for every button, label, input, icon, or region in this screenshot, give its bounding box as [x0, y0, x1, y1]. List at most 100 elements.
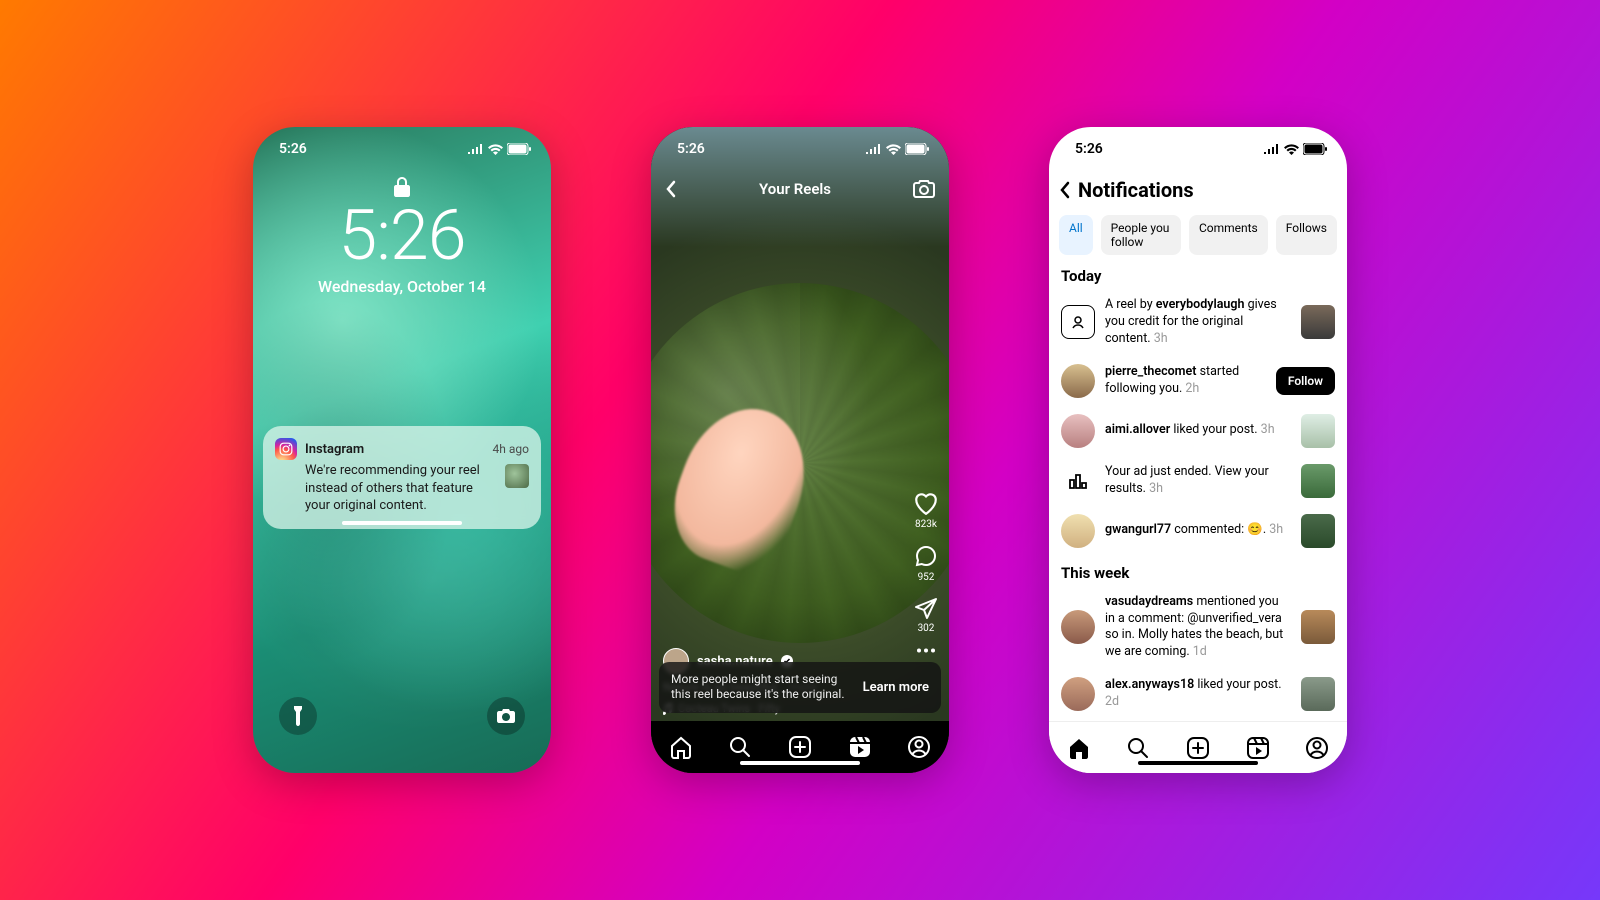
tab-bar — [651, 721, 949, 773]
lock-date: Wednesday, October 14 — [253, 277, 551, 296]
share-icon — [914, 597, 938, 619]
notification-row-like[interactable]: alex.anyways18 liked your post. 2d — [1061, 669, 1335, 719]
ad-text: Your ad just ended. View your results. — [1105, 464, 1269, 496]
wifi-icon — [886, 144, 901, 155]
credit-pre: A reel by — [1105, 297, 1156, 312]
share-button[interactable]: 302 — [914, 597, 938, 634]
create-tab-icon[interactable] — [1186, 736, 1210, 760]
profile-tab-icon[interactable] — [907, 735, 931, 759]
home-tab-icon[interactable] — [669, 735, 693, 759]
avatar — [1061, 610, 1095, 644]
notification-thumbnail — [1301, 464, 1335, 498]
notification-row-mention[interactable]: vasudaydreams mentioned you in a comment… — [1061, 586, 1335, 670]
reels-tab-icon[interactable] — [1246, 736, 1270, 760]
notification-row-ad[interactable]: Your ad just ended. View your results. 3… — [1061, 456, 1335, 506]
notifications-phone: 5:26 Notifications All People you follow… — [1049, 127, 1347, 773]
ad-ago: 3h — [1149, 481, 1163, 496]
toast-text: More people might start seeing this reel… — [671, 672, 853, 703]
section-thisweek: This week — [1049, 556, 1347, 586]
avatar — [1061, 677, 1095, 711]
notification-row-like[interactable]: aimi.allover liked your post. 3h — [1061, 406, 1335, 456]
profile-tab-icon[interactable] — [1305, 736, 1329, 760]
notifications-list: vasudaydreams mentioned you in a comment… — [1049, 586, 1347, 720]
share-count: 302 — [918, 623, 935, 634]
back-icon[interactable] — [1059, 181, 1070, 199]
battery-icon — [905, 143, 929, 155]
lock-screen-phone: 5:26 5:26 Wednesday, October 14 Instagra… — [253, 127, 551, 773]
comment-button[interactable]: 952 — [914, 544, 938, 583]
instagram-app-icon — [275, 438, 297, 460]
flashlight-icon — [291, 706, 305, 726]
battery-icon — [507, 143, 531, 155]
like1-user: aimi.allover — [1105, 422, 1170, 437]
comment-count: 952 — [918, 572, 935, 583]
ad-icon — [1061, 464, 1095, 498]
comment-user: gwangurl77 — [1105, 522, 1171, 537]
notification-time: 4h ago — [493, 442, 529, 456]
status-time: 5:26 — [279, 141, 307, 157]
original-content-toast: More people might start seeing this reel… — [659, 662, 941, 713]
heart-icon — [913, 491, 939, 515]
follow-user: pierre_thecomet — [1105, 364, 1196, 379]
lock-icon — [394, 177, 410, 197]
credit-ago: 3h — [1154, 331, 1168, 346]
notification-thumbnail — [505, 464, 529, 488]
avatar — [1061, 514, 1095, 548]
learn-more-button[interactable]: Learn more — [863, 680, 929, 695]
filter-comments[interactable]: Comments — [1189, 215, 1268, 255]
notification-row-follow[interactable]: pierre_thecomet started following you. 2… — [1061, 356, 1335, 406]
section-today: Today — [1049, 259, 1347, 289]
search-tab-icon[interactable] — [1126, 736, 1150, 760]
mention-user: vasudaydreams — [1105, 594, 1193, 609]
home-tab-icon[interactable] — [1067, 736, 1091, 760]
camera-icon[interactable] — [913, 179, 935, 199]
like2-post: liked your post. — [1194, 677, 1281, 692]
reels-action-rail: 823k 952 302 — [913, 491, 939, 653]
home-indicator — [342, 521, 462, 525]
notification-app-name: Instagram — [305, 442, 364, 457]
notifications-title: Notifications — [1078, 178, 1194, 202]
home-indicator — [1138, 761, 1258, 765]
like-count: 823k — [915, 519, 937, 530]
comment-ago: 3h — [1269, 522, 1283, 537]
like-button[interactable]: 823k — [913, 491, 939, 530]
comment-post: commented: 😊. — [1171, 522, 1266, 537]
follow-ago: 2h — [1185, 381, 1199, 396]
notification-thumbnail — [1301, 305, 1335, 339]
cellular-icon — [866, 144, 882, 154]
status-bar: 5:26 — [651, 127, 949, 171]
cellular-icon — [468, 144, 484, 154]
battery-icon — [1303, 143, 1327, 155]
notifications-list: A reel by everybodylaugh gives you credi… — [1049, 289, 1347, 556]
filter-follows[interactable]: Follows — [1276, 215, 1337, 255]
status-bar: 5:26 — [253, 127, 551, 171]
credit-user: everybodylaugh — [1156, 297, 1245, 312]
camera-button[interactable] — [487, 697, 525, 735]
filter-people-you-follow[interactable]: People you follow — [1101, 215, 1181, 255]
reels-tab-icon[interactable] — [848, 735, 872, 759]
follow-button[interactable]: Follow — [1276, 367, 1335, 395]
notification-row-comment[interactable]: gwangurl77 commented: 😊. 3h — [1061, 506, 1335, 556]
like1-post: liked your post. — [1170, 422, 1257, 437]
wifi-icon — [488, 144, 503, 155]
notification-thumbnail — [1301, 677, 1335, 711]
flashlight-button[interactable] — [279, 697, 317, 735]
status-bar: 5:26 — [1049, 127, 1347, 171]
camera-icon — [497, 709, 515, 723]
tab-bar — [1049, 721, 1347, 773]
home-indicator — [740, 761, 860, 765]
status-icons — [1264, 143, 1327, 155]
notification-thumbnail — [1301, 414, 1335, 448]
create-tab-icon[interactable] — [788, 735, 812, 759]
notification-thumbnail — [1301, 610, 1335, 644]
comment-icon — [914, 544, 938, 568]
status-time: 5:26 — [677, 141, 705, 157]
back-icon[interactable] — [665, 180, 677, 198]
status-icons — [468, 143, 531, 155]
filter-all[interactable]: All — [1059, 215, 1093, 255]
search-tab-icon[interactable] — [728, 735, 752, 759]
lock-time: 5:26 — [253, 201, 551, 271]
notification-row-credit[interactable]: A reel by everybodylaugh gives you credi… — [1061, 289, 1335, 356]
wifi-icon — [1284, 144, 1299, 155]
lock-notification[interactable]: Instagram 4h ago We're recommending your… — [263, 426, 541, 529]
